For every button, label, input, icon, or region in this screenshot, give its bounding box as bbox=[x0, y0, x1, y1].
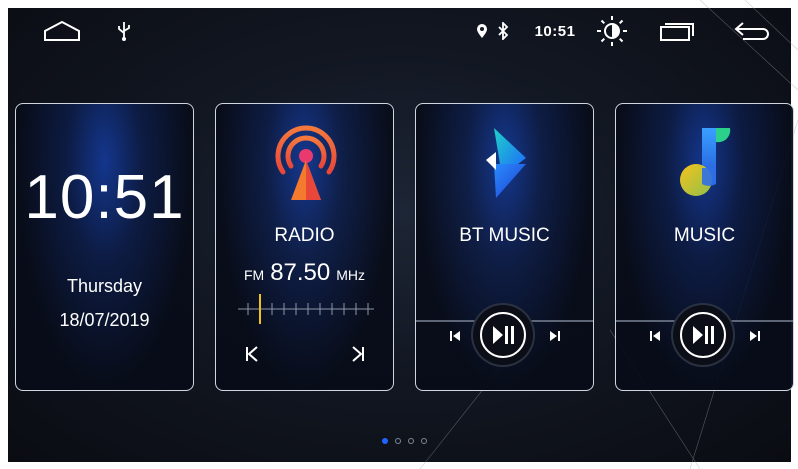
recent-apps-button[interactable] bbox=[656, 8, 700, 54]
previous-track-icon bbox=[450, 331, 460, 341]
music-play-pause-button[interactable] bbox=[680, 312, 726, 358]
music-previous-track-button[interactable] bbox=[644, 326, 666, 346]
bt-play-pause-button[interactable] bbox=[480, 312, 526, 358]
next-station-icon bbox=[352, 346, 364, 362]
tuner-scale[interactable] bbox=[236, 292, 376, 326]
page-indicator[interactable] bbox=[382, 438, 427, 444]
back-button[interactable] bbox=[730, 8, 776, 54]
music-note-logo-icon bbox=[680, 128, 731, 196]
usb-icon bbox=[114, 8, 134, 54]
prev-station-icon bbox=[246, 346, 258, 362]
page-dot-2[interactable] bbox=[395, 438, 401, 444]
play-pause-icon bbox=[493, 326, 514, 344]
music-card[interactable]: MUSIC bbox=[615, 103, 794, 391]
bt-music-logo-icon bbox=[486, 128, 526, 198]
home-icon bbox=[44, 20, 80, 41]
bluetooth-icon bbox=[496, 8, 510, 54]
play-pause-icon bbox=[693, 326, 714, 344]
radio-card[interactable]: RADIO FM 87.50 MHz bbox=[215, 103, 394, 391]
next-track-icon bbox=[550, 331, 560, 341]
bt-next-track-button[interactable] bbox=[544, 326, 566, 346]
back-icon bbox=[734, 22, 769, 40]
status-time: 10:51 bbox=[534, 22, 576, 40]
next-station-button[interactable] bbox=[344, 340, 372, 368]
page-dot-4[interactable] bbox=[421, 438, 427, 444]
status-bar: 10:51 bbox=[8, 8, 791, 54]
page-dot-1[interactable] bbox=[382, 438, 388, 444]
radio-tower-icon bbox=[275, 125, 337, 200]
clock-time: 10:51 bbox=[24, 163, 185, 232]
bt-music-title: BT MUSIC bbox=[459, 225, 550, 246]
next-track-icon bbox=[750, 331, 760, 341]
clock-card[interactable]: 10:51 Thursday 18/07/2019 bbox=[15, 103, 194, 391]
home-button[interactable] bbox=[40, 8, 84, 54]
radio-frequency: 87.50 bbox=[270, 259, 331, 286]
prev-station-button[interactable] bbox=[238, 340, 266, 368]
radio-frequency-display: FM 87.50 MHz bbox=[216, 259, 393, 287]
bt-previous-track-button[interactable] bbox=[444, 326, 466, 346]
page-dot-3[interactable] bbox=[408, 438, 414, 444]
previous-track-icon bbox=[650, 331, 660, 341]
clock-date: 18/07/2019 bbox=[59, 310, 150, 330]
bt-music-card[interactable]: BT MUSIC bbox=[415, 103, 594, 391]
recent-apps-icon bbox=[660, 23, 694, 41]
brightness-icon bbox=[597, 16, 627, 46]
clock-day: Thursday bbox=[66, 276, 143, 296]
radio-band: FM bbox=[243, 267, 265, 283]
radio-title: RADIO bbox=[274, 225, 335, 246]
brightness-button[interactable] bbox=[592, 8, 632, 54]
radio-unit: MHz bbox=[336, 267, 366, 283]
location-icon bbox=[474, 8, 490, 54]
music-title: MUSIC bbox=[673, 225, 736, 246]
music-next-track-button[interactable] bbox=[744, 326, 766, 346]
